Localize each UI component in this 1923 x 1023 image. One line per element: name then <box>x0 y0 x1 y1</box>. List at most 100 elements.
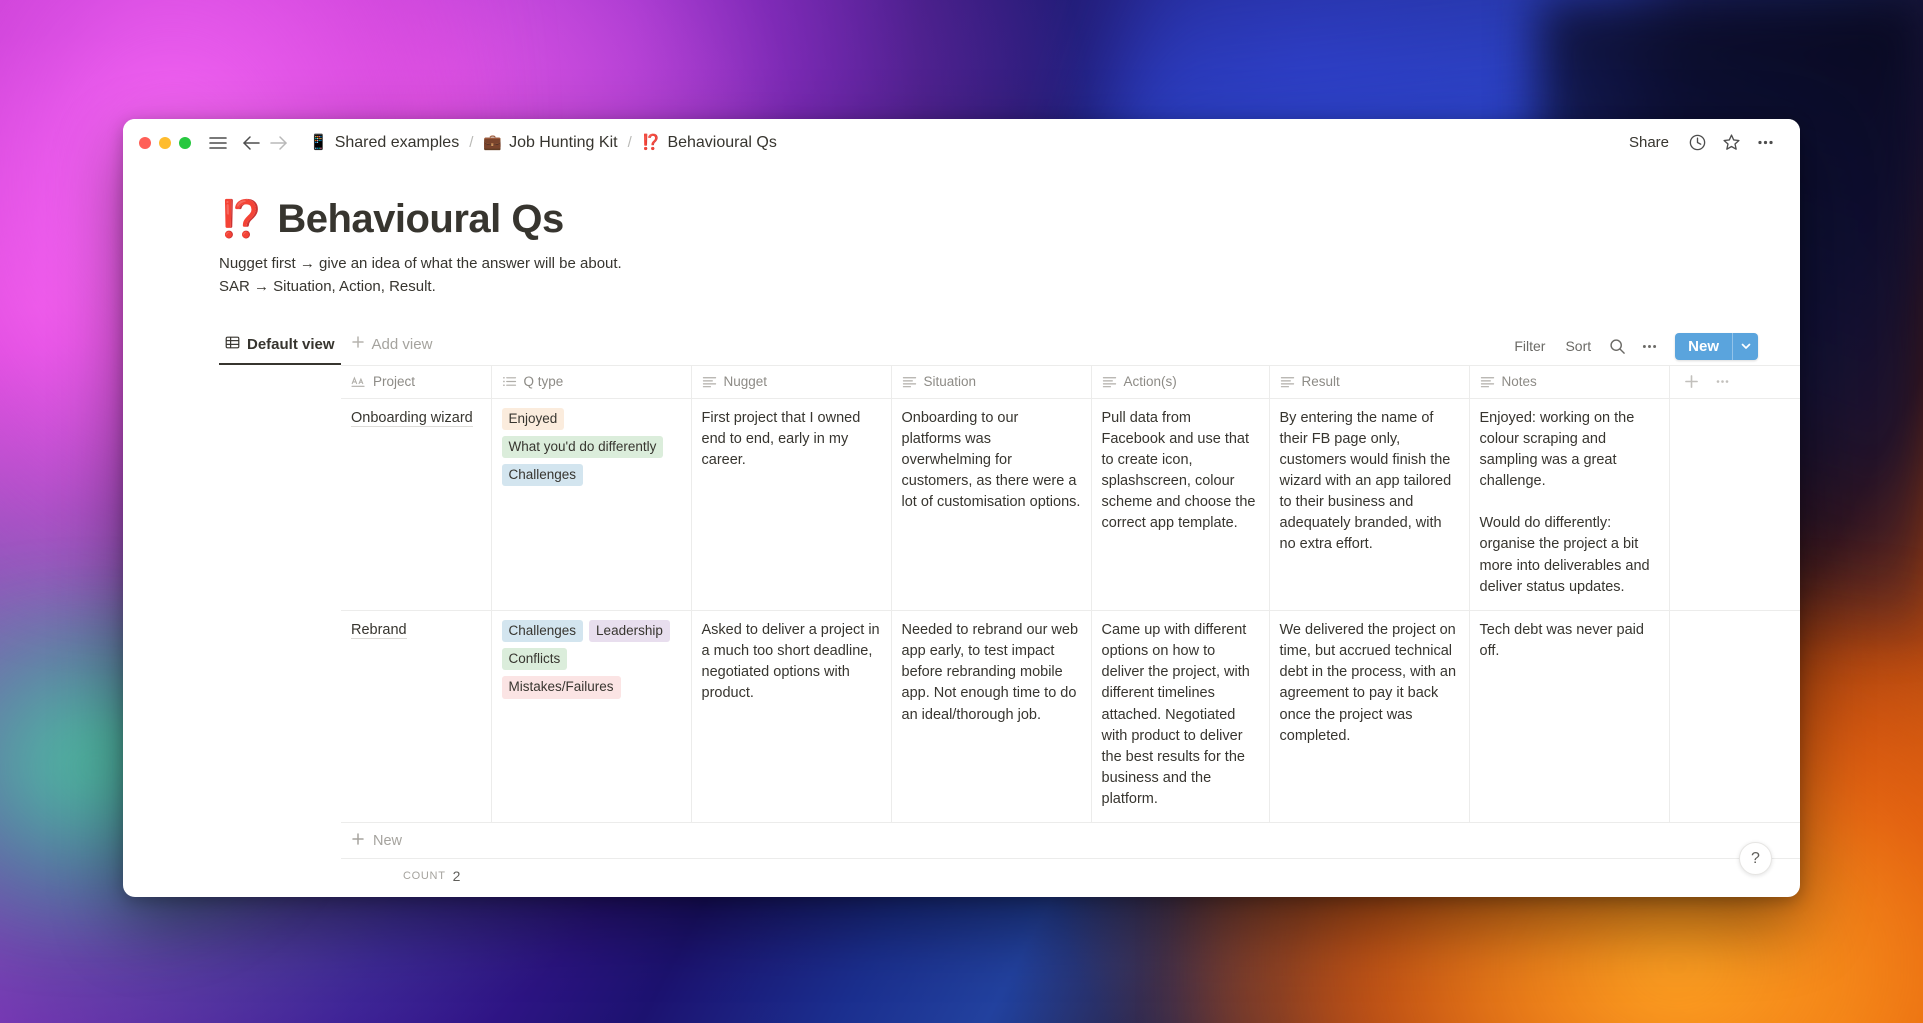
cell-result[interactable]: We delivered the project on time, but ac… <box>1269 610 1470 824</box>
breadcrumb-item-behavioural-qs[interactable]: ⁉️ Behavioural Qs <box>636 131 783 155</box>
notion-app-window: 📱 Shared examples / 💼 Job Hunting Kit / … <box>123 119 1800 897</box>
tag-conflicts[interactable]: Conflicts <box>501 648 568 671</box>
cell-q-type[interactable]: Enjoyed What you'd do differently Challe… <box>491 398 692 611</box>
navigate-forward-icon[interactable] <box>267 131 291 155</box>
add-new-row-label: New <box>373 832 403 849</box>
count-value: 2 <box>452 868 461 885</box>
text-lines-icon <box>1480 375 1495 388</box>
tag-enjoyed[interactable]: Enjoyed <box>501 407 565 430</box>
cell-actions[interactable]: Came up with different options on how to… <box>1091 610 1270 824</box>
tab-add-view-label: Add view <box>371 335 433 353</box>
table-header-row: Project Q type Nugget Situation Action(s… <box>341 364 1800 399</box>
breadcrumb-item-job-hunting-kit[interactable]: 💼 Job Hunting Kit <box>477 131 623 155</box>
plus-icon <box>351 335 365 353</box>
text-lines-icon <box>1102 375 1117 388</box>
close-window-button[interactable] <box>139 136 151 149</box>
text-lines-icon <box>702 375 717 388</box>
page-header: ⁉️ Behavioural Qs Nugget first → give an… <box>123 166 1800 299</box>
tag-mistakes-failures[interactable]: Mistakes/Failures <box>501 676 621 699</box>
new-button[interactable]: New <box>1675 333 1732 360</box>
page-title[interactable]: ⁉️ Behavioural Qs <box>219 196 1800 242</box>
cell-notes[interactable]: Tech debt was never paid off. <box>1469 610 1670 824</box>
tag-list: Challenges Leadership Conflicts Mistakes… <box>501 619 681 699</box>
cell-nugget[interactable]: First project that I owned end to end, e… <box>691 398 892 611</box>
page-description-line-2: SAR → Situation, Action, Result. <box>219 278 436 296</box>
shared-examples-emoji-icon: 📱 <box>309 134 328 151</box>
cell-q-type[interactable]: Challenges Leadership Conflicts Mistakes… <box>491 610 692 824</box>
table-body: Onboarding wizard Enjoyed What you'd do … <box>341 398 1800 824</box>
breadcrumb-separator-1: / <box>469 134 474 151</box>
column-header-project[interactable]: Project <box>341 364 492 399</box>
favorite-star-icon[interactable] <box>1716 128 1746 158</box>
text-lines-icon <box>902 375 917 388</box>
table-icon <box>225 335 240 354</box>
cell-situation[interactable]: Needed to rebrand our web app early, to … <box>891 610 1092 824</box>
column-header-nugget[interactable]: Nugget <box>691 364 892 399</box>
filter-button[interactable]: Filter <box>1506 334 1553 358</box>
database-table-wrapper: Project Q type Nugget Situation Action(s… <box>123 364 1800 894</box>
tag-leadership[interactable]: Leadership <box>589 619 670 643</box>
column-header-actions[interactable]: Action(s) <box>1091 364 1270 399</box>
window-titlebar: 📱 Shared examples / 💼 Job Hunting Kit / … <box>123 119 1800 166</box>
add-column-icon[interactable] <box>1684 374 1699 389</box>
tab-default-view-label: Default view <box>247 335 335 353</box>
breadcrumb: 📱 Shared examples / 💼 Job Hunting Kit / … <box>303 131 783 155</box>
new-button-dropdown-icon[interactable] <box>1732 332 1758 360</box>
view-tabs: Default view Add view <box>219 331 438 365</box>
table-row[interactable]: Onboarding wizard Enjoyed What you'd do … <box>341 398 1800 611</box>
maximize-window-button[interactable] <box>179 136 191 149</box>
share-button[interactable]: Share <box>1620 130 1678 155</box>
search-icon[interactable] <box>1603 333 1631 359</box>
database-view-bar: Default view Add view Filter Sort New <box>123 329 1800 365</box>
tag-list: Enjoyed What you'd do differently Challe… <box>501 407 681 487</box>
breadcrumb-label-shared-examples: Shared examples <box>334 133 460 151</box>
more-options-icon[interactable] <box>1750 128 1780 158</box>
cell-project[interactable]: Rebrand <box>341 610 492 824</box>
add-new-row-button[interactable]: New <box>341 823 1800 860</box>
updates-clock-icon[interactable] <box>1682 128 1712 158</box>
behavioural-qs-emoji-icon: ⁉️ <box>641 134 661 151</box>
view-actions: Filter Sort New <box>1506 332 1758 365</box>
cell-empty-trailing <box>1669 398 1800 611</box>
column-header-situation[interactable]: Situation <box>891 364 1092 399</box>
column-header-notes-label: Notes <box>1501 374 1537 389</box>
cell-situation[interactable]: Onboarding to our platforms was overwhel… <box>891 398 1092 611</box>
table-footer-count[interactable]: COUNT 2 <box>341 859 1800 893</box>
page-content: ⁉️ Behavioural Qs Nugget first → give an… <box>123 166 1800 897</box>
column-header-result[interactable]: Result <box>1269 364 1470 399</box>
view-more-options-icon[interactable] <box>1635 333 1663 359</box>
sort-button[interactable]: Sort <box>1557 334 1599 358</box>
minimize-window-button[interactable] <box>159 136 171 149</box>
page-emoji-icon[interactable]: ⁉️ <box>219 198 264 239</box>
text-aa-icon <box>351 375 366 388</box>
database-table: Project Q type Nugget Situation Action(s… <box>341 364 1800 824</box>
column-header-notes[interactable]: Notes <box>1469 364 1670 399</box>
column-header-nugget-label: Nugget <box>723 374 768 389</box>
cell-actions[interactable]: Pull data from Facebook and use that to … <box>1091 398 1270 611</box>
job-hunting-kit-emoji-icon: 💼 <box>483 134 503 151</box>
tag-what-youd-do-differently[interactable]: What you'd do differently <box>501 435 664 458</box>
cell-result[interactable]: By entering the name of their FB page on… <box>1269 398 1470 611</box>
tag-challenges[interactable]: Challenges <box>501 619 584 643</box>
cell-project[interactable]: Onboarding wizard <box>341 398 492 611</box>
cell-project-text: Rebrand <box>351 621 407 639</box>
tab-default-view[interactable]: Default view <box>219 331 341 365</box>
column-header-add <box>1669 364 1800 399</box>
cell-nugget[interactable]: Asked to deliver a project in a much too… <box>691 610 892 824</box>
plus-icon <box>351 832 365 850</box>
help-button[interactable]: ? <box>1739 842 1772 875</box>
breadcrumb-item-shared-examples[interactable]: 📱 Shared examples <box>303 131 465 155</box>
tag-challenges[interactable]: Challenges <box>501 463 584 487</box>
column-header-actions-label: Action(s) <box>1123 374 1177 389</box>
breadcrumb-label-job-hunting-kit: Job Hunting Kit <box>509 133 618 151</box>
tab-add-view[interactable]: Add view <box>345 331 439 364</box>
column-header-q-type[interactable]: Q type <box>491 364 692 399</box>
table-more-options-icon[interactable] <box>1715 374 1730 389</box>
column-header-result-label: Result <box>1301 374 1340 389</box>
sidebar-toggle-icon[interactable] <box>207 132 229 154</box>
navigate-back-icon[interactable] <box>239 131 263 155</box>
table-row[interactable]: Rebrand Challenges Leadership Conflicts … <box>341 610 1800 824</box>
cell-notes[interactable]: Enjoyed: working on the colour scraping … <box>1469 398 1670 611</box>
page-description[interactable]: Nugget first → give an idea of what the … <box>219 252 1800 299</box>
column-header-project-label: Project <box>373 374 416 389</box>
